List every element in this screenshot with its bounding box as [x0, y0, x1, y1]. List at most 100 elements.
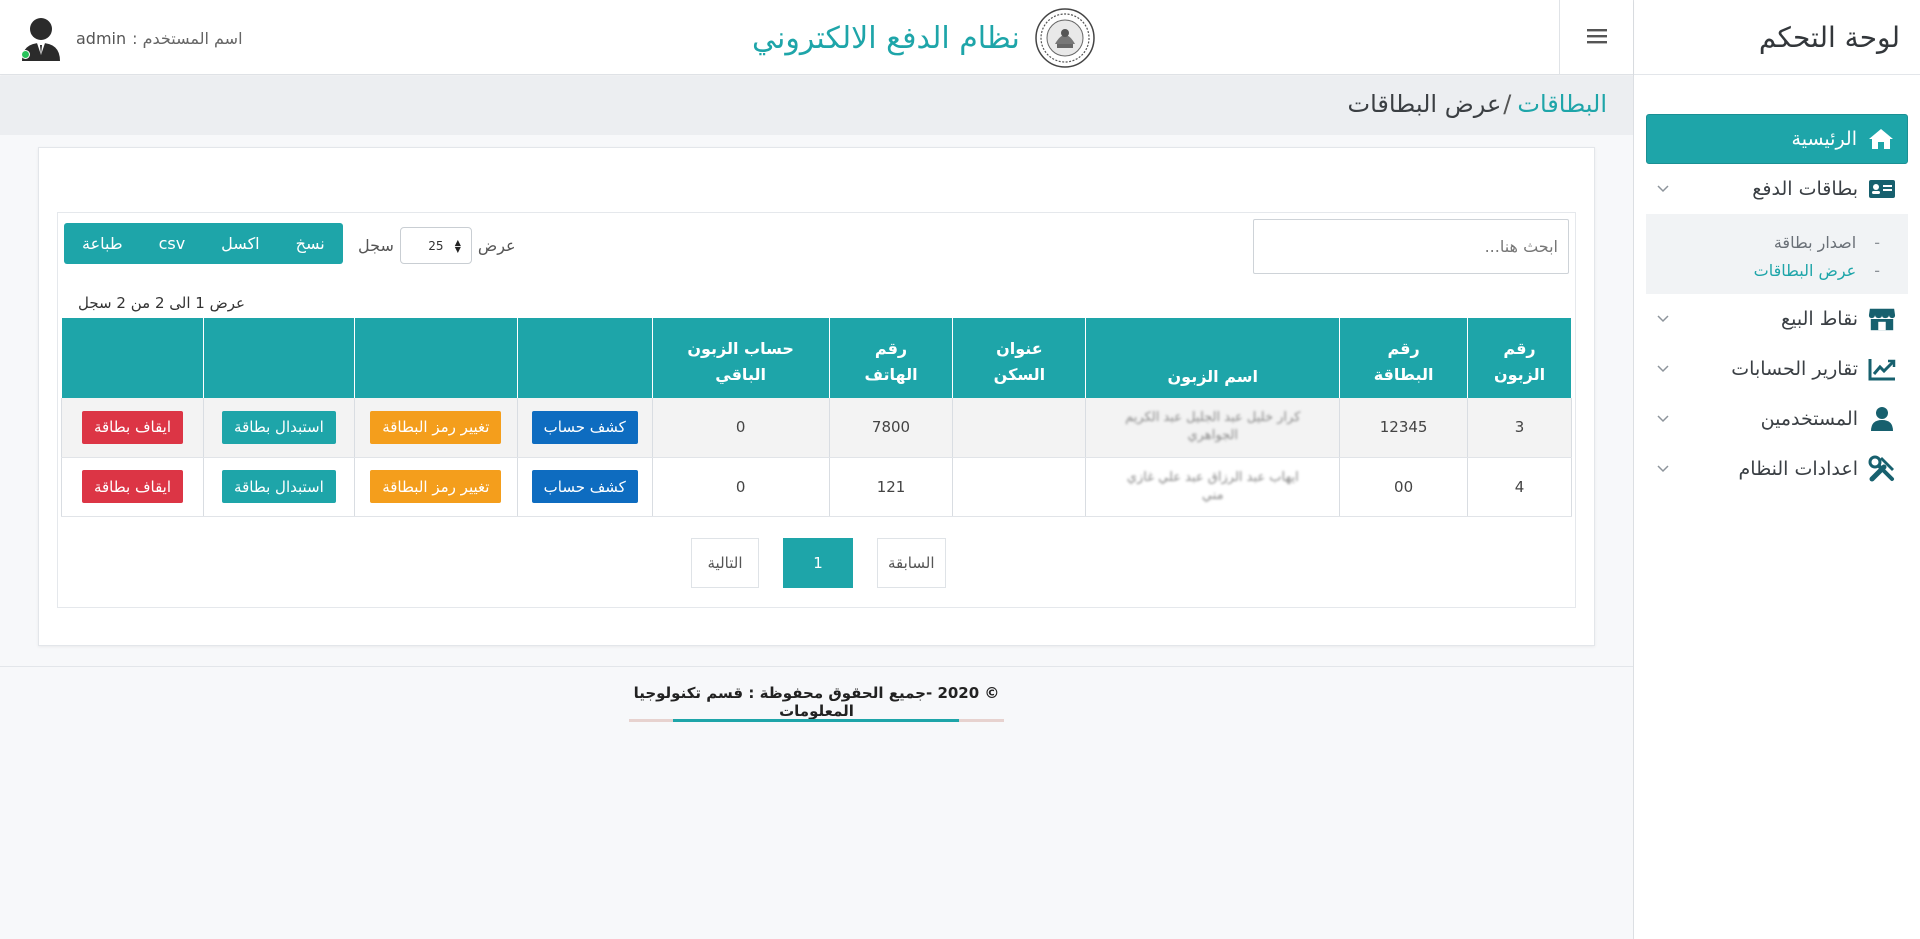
sidebar-menu: الرئيسية بطاقات الدفع - اصدار بطاقة - عر… [1634, 114, 1920, 494]
footer-copyright: © 2020 -جميع الحقوق محفوظة : قسم تكنولوج… [633, 684, 1000, 720]
sidebar: لوحة التحكم الرئيسية بطاقات الدفع - اصدا… [1633, 0, 1920, 939]
user-text: اسم المستخدم : admin [76, 29, 243, 48]
chevron-down-icon [1656, 312, 1670, 326]
store-icon [1868, 305, 1896, 333]
brand: نظام الدفع الالكتروني [752, 8, 1095, 68]
payment-cards-submenu: - اصدار بطاقة - عرض البطاقات [1646, 214, 1908, 294]
search-input[interactable] [1264, 237, 1558, 256]
breadcrumb: البطاقات / عرض البطاقات [1347, 90, 1607, 118]
replace-card-button[interactable]: استبدال بطاقة [222, 410, 336, 444]
change-pin-button[interactable]: تغيير رمز البطاقة [370, 410, 502, 444]
seal-logo [1035, 8, 1095, 68]
sidebar-item-points-of-sale[interactable]: نقاط البيع [1646, 294, 1908, 344]
suspend-card-button[interactable]: ايقاف بطاقة [81, 410, 184, 444]
cell-card-no: 00 [1339, 457, 1469, 517]
sidebar-item-label: بطاقات الدفع [1752, 178, 1858, 200]
records-info: عرض 1 الى 2 من 2 سجل [78, 294, 245, 312]
cards-panel: عرض 25 ▲▼ سجل نسخ اكسل csv طباعة عرض 1 ا… [38, 147, 1595, 646]
statement-button[interactable]: كشف حساب [531, 470, 638, 503]
cell-card-no: 12345 [1339, 398, 1469, 458]
footer-accent-fill [673, 719, 959, 722]
export-buttons: نسخ اكسل csv طباعة [64, 223, 343, 264]
csv-button[interactable]: csv [140, 223, 204, 264]
submenu-item-label: عرض البطاقات [1753, 260, 1857, 280]
column-header-action [61, 318, 204, 398]
change-pin-button[interactable]: تغيير رمز البطاقة [370, 470, 502, 503]
records-label: سجل [358, 236, 394, 255]
tools-icon [1868, 455, 1896, 483]
column-header-customer-no[interactable]: رقم الزبون [1467, 318, 1572, 398]
column-header-balance[interactable]: حساب الزبون الباقي [651, 318, 830, 398]
sidebar-item-payment-cards[interactable]: بطاقات الدفع [1646, 164, 1908, 214]
copy-button[interactable]: نسخ [277, 223, 343, 264]
cell-action: ايقاف بطاقة [61, 457, 204, 517]
column-header-action [353, 318, 518, 398]
cell-customer-no: 3 [1467, 398, 1572, 458]
sidebar-item-label: المستخدمين [1760, 408, 1858, 430]
next-page-button[interactable]: التالية [691, 538, 759, 588]
cell-action: تغيير رمز البطاقة [353, 398, 518, 458]
table-row: 4 00 ايهاب عبد الرزاق عبد علي غازي مني 12… [61, 457, 1572, 517]
sidebar-item-account-reports[interactable]: تقارير الحسابات [1646, 344, 1908, 394]
customer-name-blurred: ايهاب عبد الرزاق عبد علي غازي مني [1126, 469, 1299, 503]
column-header-card-no[interactable]: رقم البطاقة [1339, 318, 1469, 398]
search-field[interactable] [1253, 219, 1569, 274]
hamburger-icon [1586, 27, 1608, 49]
table-row: 3 12345 كرار خليل عبد الجليل عبد الكريم ا… [61, 398, 1572, 458]
sidebar-header: لوحة التحكم [1634, 0, 1920, 75]
column-header-address[interactable]: عنوان السكن [952, 318, 1087, 398]
breadcrumb-current: عرض البطاقات [1347, 90, 1502, 118]
submenu-item-issue-card[interactable]: - اصدار بطاقة [1646, 228, 1908, 256]
print-button[interactable]: طباعة [64, 223, 141, 264]
excel-button[interactable]: اكسل [203, 223, 278, 264]
chevron-down-icon [1656, 412, 1670, 426]
breadcrumb-bar: البطاقات / عرض البطاقات [0, 76, 1633, 135]
footer-divider [0, 666, 1633, 667]
cell-balance: 0 [651, 457, 830, 517]
datatable-wrapper: عرض 25 ▲▼ سجل نسخ اكسل csv طباعة عرض 1 ا… [57, 212, 1576, 608]
submenu-dash: - [1874, 232, 1880, 252]
statement-button[interactable]: كشف حساب [531, 410, 638, 444]
previous-page-button[interactable]: السابقة [877, 538, 946, 588]
column-header-action [516, 318, 653, 398]
sidebar-item-label: اعدادات النظام [1738, 458, 1858, 480]
cell-address [952, 457, 1087, 517]
menu-toggle-button[interactable] [1559, 0, 1633, 75]
submenu-dash: - [1874, 260, 1880, 280]
page-size-value: 25 [428, 238, 444, 253]
cell-action: كشف حساب [516, 398, 653, 458]
sidebar-item-users[interactable]: المستخدمين [1646, 394, 1908, 444]
table-header-row: رقم الزبون رقم البطاقة اسم الزبون عنوان الس… [61, 318, 1572, 398]
breadcrumb-separator: / [1503, 90, 1512, 118]
submenu-item-label: اصدار بطاقة [1773, 232, 1857, 252]
submenu-item-view-cards[interactable]: - عرض البطاقات [1646, 256, 1908, 284]
cell-address [952, 398, 1087, 458]
user-icon [1868, 405, 1896, 433]
chevron-down-icon [1656, 362, 1670, 376]
cell-action: كشف حساب [516, 457, 653, 517]
breadcrumb-parent[interactable]: البطاقات [1517, 90, 1607, 118]
pagination: السابقة 1 التالية [691, 538, 946, 588]
page-size-select[interactable]: 25 ▲ ▼ [399, 227, 472, 264]
user-info[interactable]: اسم المستخدم : admin [20, 14, 243, 62]
page-button-current[interactable]: 1 [783, 538, 853, 588]
sidebar-item-system-settings[interactable]: اعدادات النظام [1646, 444, 1908, 494]
suspend-card-button[interactable]: ايقاف بطاقة [81, 470, 184, 503]
username-label: اسم المستخدم : [132, 28, 243, 48]
replace-card-button[interactable]: استبدال بطاقة [222, 470, 336, 503]
column-header-customer-name[interactable]: اسم الزبون [1085, 318, 1341, 398]
cell-action: تغيير رمز البطاقة [353, 457, 518, 517]
customer-name-blurred: كرار خليل عبد الجليل عبد الكريم الجواهري [1125, 410, 1301, 444]
column-header-action [202, 318, 355, 398]
column-header-phone[interactable]: رقم الهاتف [828, 318, 954, 398]
chevron-down-icon [1656, 462, 1670, 476]
cell-customer-name: ايهاب عبد الرزاق عبد علي غازي مني [1085, 457, 1341, 517]
sidebar-item-label: تقارير الحسابات [1731, 358, 1858, 380]
sidebar-item-home[interactable]: الرئيسية [1646, 114, 1908, 164]
footer-accent-bar [629, 719, 1004, 722]
cell-action: استبدال بطاقة [202, 457, 355, 517]
cell-action: ايقاف بطاقة [61, 398, 204, 458]
cell-action: استبدال بطاقة [202, 398, 355, 458]
home-icon [1867, 125, 1895, 153]
cards-table: رقم الزبون رقم البطاقة اسم الزبون عنوان الس… [61, 318, 1572, 517]
